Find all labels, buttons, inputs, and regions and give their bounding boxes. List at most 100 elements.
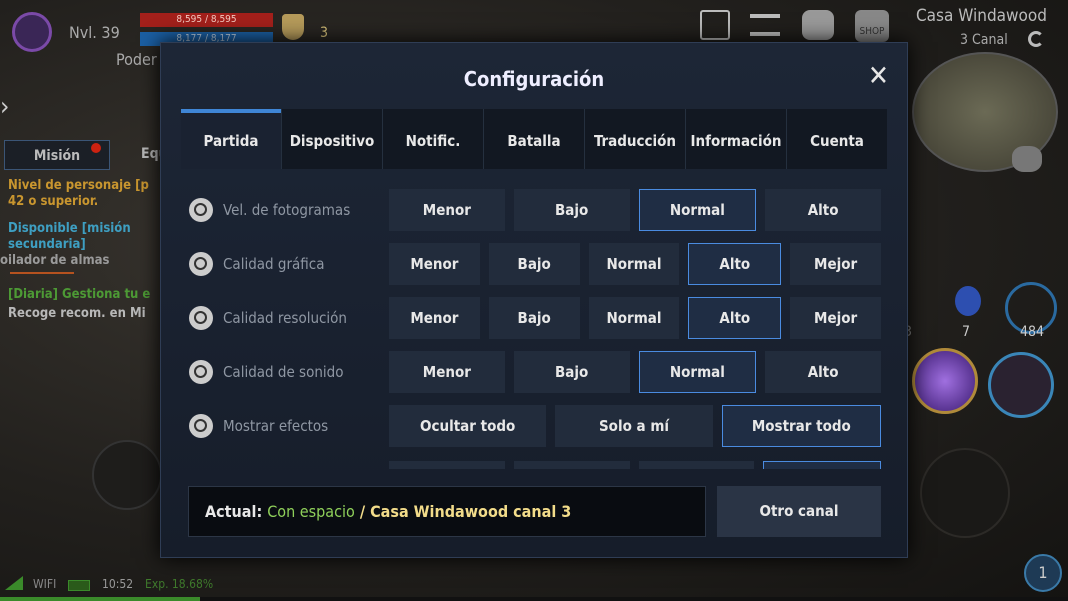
quest-tab-mision[interactable]: Misión xyxy=(4,140,110,170)
option-button[interactable]: Normal xyxy=(588,297,680,339)
tab-partida[interactable]: Partida xyxy=(181,109,282,169)
setting-label: Calidad de sonido xyxy=(187,351,343,393)
setting-label: Calidad gráfica xyxy=(187,243,324,285)
option-button[interactable]: Mejor xyxy=(790,297,881,339)
exp-label: Exp. 18.68% xyxy=(145,577,214,591)
quest-entry[interactable]: Nivel de personaje [p 42 o superior. xyxy=(8,178,149,210)
option-button[interactable]: Normal xyxy=(638,351,757,393)
option-button[interactable]: Alto xyxy=(765,351,881,393)
option-button[interactable]: Solo a mí xyxy=(555,405,713,447)
channel-label[interactable]: 3 Canal xyxy=(960,32,1008,48)
wifi-label: WIFI xyxy=(33,577,57,591)
settings-dialog: Configuración ✕ Partida Dispositivo Notifi… xyxy=(160,42,908,558)
menu-icon[interactable] xyxy=(750,14,780,36)
shop-icon[interactable]: SHOP xyxy=(855,10,889,42)
boss-skull-icon xyxy=(1012,146,1042,172)
setting-row: Calidad de sonido Menor Bajo Normal Alto xyxy=(187,351,881,393)
search-icon[interactable] xyxy=(189,360,213,384)
location-name: Casa Windawood xyxy=(916,6,1047,26)
option-button[interactable]: Bajo xyxy=(488,297,580,339)
setting-label: Calidad resolución xyxy=(187,297,347,339)
quest-text: Nivel de personaje [p xyxy=(8,178,149,193)
option-group: Ocultar todo Solo a mí Mostrar todo xyxy=(389,405,881,447)
option-button[interactable]: Bajo xyxy=(488,243,580,285)
option-button[interactable]: Alto xyxy=(688,297,782,339)
divider xyxy=(10,272,74,274)
level-label: Nvl. 39 xyxy=(69,23,120,42)
quest-entry[interactable]: oilador de almas xyxy=(0,253,110,269)
setting-row: Mostrar efectos Ocultar todo Solo a mí Most… xyxy=(187,405,881,447)
class-emblem-icon[interactable] xyxy=(12,12,52,52)
option-group: Menor Bajo Normal Alto xyxy=(389,189,881,231)
skill-meteor-icon[interactable] xyxy=(912,348,978,414)
setting-row: Calidad resolución Menor Bajo Normal Alto Mej… xyxy=(187,297,881,339)
option-button xyxy=(638,461,755,469)
quest-icon[interactable] xyxy=(700,10,730,40)
page-indicator[interactable]: 1 xyxy=(1024,554,1062,592)
quest-entry[interactable]: Recoge recom. en Mi xyxy=(8,306,146,322)
setting-label-text: Calidad resolución xyxy=(223,309,347,327)
option-button[interactable]: Normal xyxy=(638,189,757,231)
search-icon[interactable] xyxy=(189,414,213,438)
option-button[interactable]: Ocultar todo xyxy=(389,405,547,447)
option-button[interactable]: Menor xyxy=(389,351,505,393)
current-space: Con espacio xyxy=(267,502,355,521)
option-button[interactable]: Mostrar todo xyxy=(721,405,881,447)
attack-button[interactable] xyxy=(920,448,1010,538)
current-prefix: Actual: xyxy=(205,502,263,521)
search-icon[interactable] xyxy=(189,198,213,222)
exp-bar xyxy=(0,597,1068,601)
expand-arrow-icon[interactable]: › xyxy=(0,92,9,122)
tab-traduccin[interactable]: Traducción xyxy=(585,109,686,169)
dialog-title: Configuración xyxy=(463,67,605,91)
current-channel: Casa Windawood canal 3 xyxy=(370,502,572,521)
tab-batalla[interactable]: Batalla xyxy=(484,109,585,169)
quest-text: secundaria] xyxy=(8,237,86,252)
settings-tabs: Partida Dispositivo Notific. Batalla Traducc… xyxy=(181,109,887,169)
setting-row: Calidad gráfica Menor Bajo Normal Alto Mejor xyxy=(187,243,881,285)
option-button[interactable]: Alto xyxy=(765,189,881,231)
option-button[interactable]: Bajo xyxy=(513,189,630,231)
quest-entry[interactable]: [Diaria] Gestiona tu e xyxy=(8,287,150,303)
blue-potion-icon[interactable] xyxy=(955,286,981,316)
scroll-count: 484 xyxy=(1020,324,1045,340)
quest-text: Disponible [misión xyxy=(8,221,131,236)
close-icon[interactable]: ✕ xyxy=(868,59,889,92)
tab-informacin[interactable]: Información xyxy=(686,109,787,169)
setting-label-text: Calidad gráfica xyxy=(223,255,325,273)
option-button[interactable]: Menor xyxy=(389,189,505,231)
blue-potion-count: 7 xyxy=(962,324,971,340)
skill-locked-icon[interactable] xyxy=(988,352,1054,418)
option-button[interactable]: Menor xyxy=(389,243,480,285)
option-button[interactable]: Normal xyxy=(588,243,680,285)
hp-bar: 8,595 / 8,595 xyxy=(140,13,273,27)
search-icon[interactable] xyxy=(189,306,213,330)
joystick[interactable] xyxy=(92,440,162,510)
battery-icon xyxy=(68,580,90,591)
setting-label: Vel. de fotogramas xyxy=(187,189,350,231)
option-button[interactable]: Mejor xyxy=(790,243,881,285)
rank-value: 3 xyxy=(320,25,329,41)
other-channel-button[interactable]: Otro canal xyxy=(717,486,881,537)
option-button[interactable]: Alto xyxy=(688,243,782,285)
signal-icon xyxy=(5,576,23,590)
option-button xyxy=(389,461,505,469)
tab-label: Misión xyxy=(33,148,81,164)
quest-text: 42 o superior. xyxy=(8,194,99,209)
bag-icon[interactable] xyxy=(802,10,834,40)
setting-label-text: Vel. de fotogramas xyxy=(223,201,351,219)
option-button[interactable]: Menor xyxy=(389,297,480,339)
option-group: Menor Bajo Normal Alto Mejor xyxy=(389,297,881,339)
tab-dispositivo[interactable]: Dispositivo xyxy=(282,109,383,169)
option-button xyxy=(763,461,881,469)
search-icon[interactable] xyxy=(189,252,213,276)
tab-cuenta[interactable]: Cuenta xyxy=(787,109,887,169)
option-button[interactable]: Bajo xyxy=(513,351,630,393)
separator: / xyxy=(359,502,366,521)
partial-row xyxy=(187,461,881,469)
refresh-channel-icon[interactable] xyxy=(1028,31,1044,47)
tab-notific[interactable]: Notific. xyxy=(383,109,484,169)
quest-entry[interactable]: Disponible [misión secundaria] xyxy=(8,221,131,253)
setting-label-text: Calidad de sonido xyxy=(223,363,344,381)
option-group: Menor Bajo Normal Alto Mejor xyxy=(389,243,881,285)
